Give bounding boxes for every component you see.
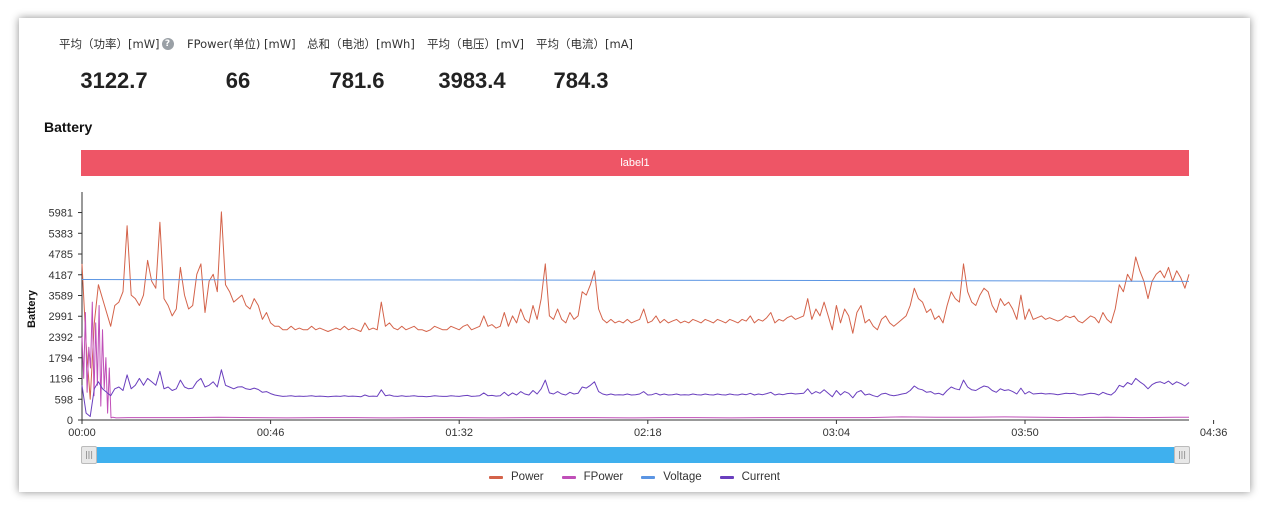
legend-swatch (641, 475, 656, 479)
legend-item-voltage[interactable]: Voltage (641, 471, 702, 483)
battery-card: 平均（功率）[mW]? 3122.7 FPower(单位) [mW] 66 总和… (19, 18, 1250, 492)
zoom-slider[interactable]: ||| ||| (81, 446, 1190, 464)
y-tick-label: 4187 (49, 270, 73, 282)
y-tick-label: 5383 (49, 228, 73, 240)
legend-item-current[interactable]: Current (719, 471, 780, 483)
x-tick-label: 02:18 (634, 427, 662, 439)
legend-swatch (561, 475, 576, 479)
y-tick-label: 4785 (49, 249, 73, 261)
series-line-fpower (81, 301, 1189, 419)
legend-label: Current (741, 471, 780, 483)
legend-swatch (719, 475, 734, 479)
battery-chart[interactable]: 0 598 1196 1794 2392 2991 3589 4187 4785 5383 5981… (19, 18, 1250, 492)
y-tick-label: 2392 (49, 332, 73, 344)
chart-legend: Power FPower Voltage Current (19, 471, 1250, 483)
x-tick-label: 04:36 (1200, 427, 1228, 439)
x-tick-label: 00:46 (257, 427, 285, 439)
legend-label: Power (511, 471, 544, 483)
legend-item-power[interactable]: Power (489, 471, 544, 483)
legend-item-fpower[interactable]: FPower (561, 471, 624, 483)
y-tick-label: 2991 (49, 311, 73, 323)
y-axis-label: Battery (26, 289, 38, 328)
x-tick-label: 03:50 (1011, 427, 1039, 439)
legend-label: Voltage (663, 471, 702, 483)
x-tick-label: 03:04 (823, 427, 851, 439)
y-tick-label: 3589 (49, 291, 73, 303)
legend-label: FPower (583, 471, 624, 483)
y-tick-label: 1794 (49, 353, 73, 365)
y-tick-label: 598 (55, 394, 73, 406)
y-tick-label: 0 (67, 415, 73, 427)
x-tick-label: 01:32 (445, 427, 473, 439)
y-tick-label: 1196 (49, 374, 73, 386)
y-tick-label: 5981 (49, 208, 73, 220)
series-line-voltage (81, 279, 1190, 282)
legend-swatch (489, 475, 504, 479)
series-line-power (81, 211, 1190, 400)
x-tick-label: 00:00 (68, 427, 96, 439)
series-line-current (81, 369, 1190, 417)
zoom-handle-left[interactable]: ||| (81, 446, 97, 464)
zoom-handle-right[interactable]: ||| (1174, 446, 1190, 464)
